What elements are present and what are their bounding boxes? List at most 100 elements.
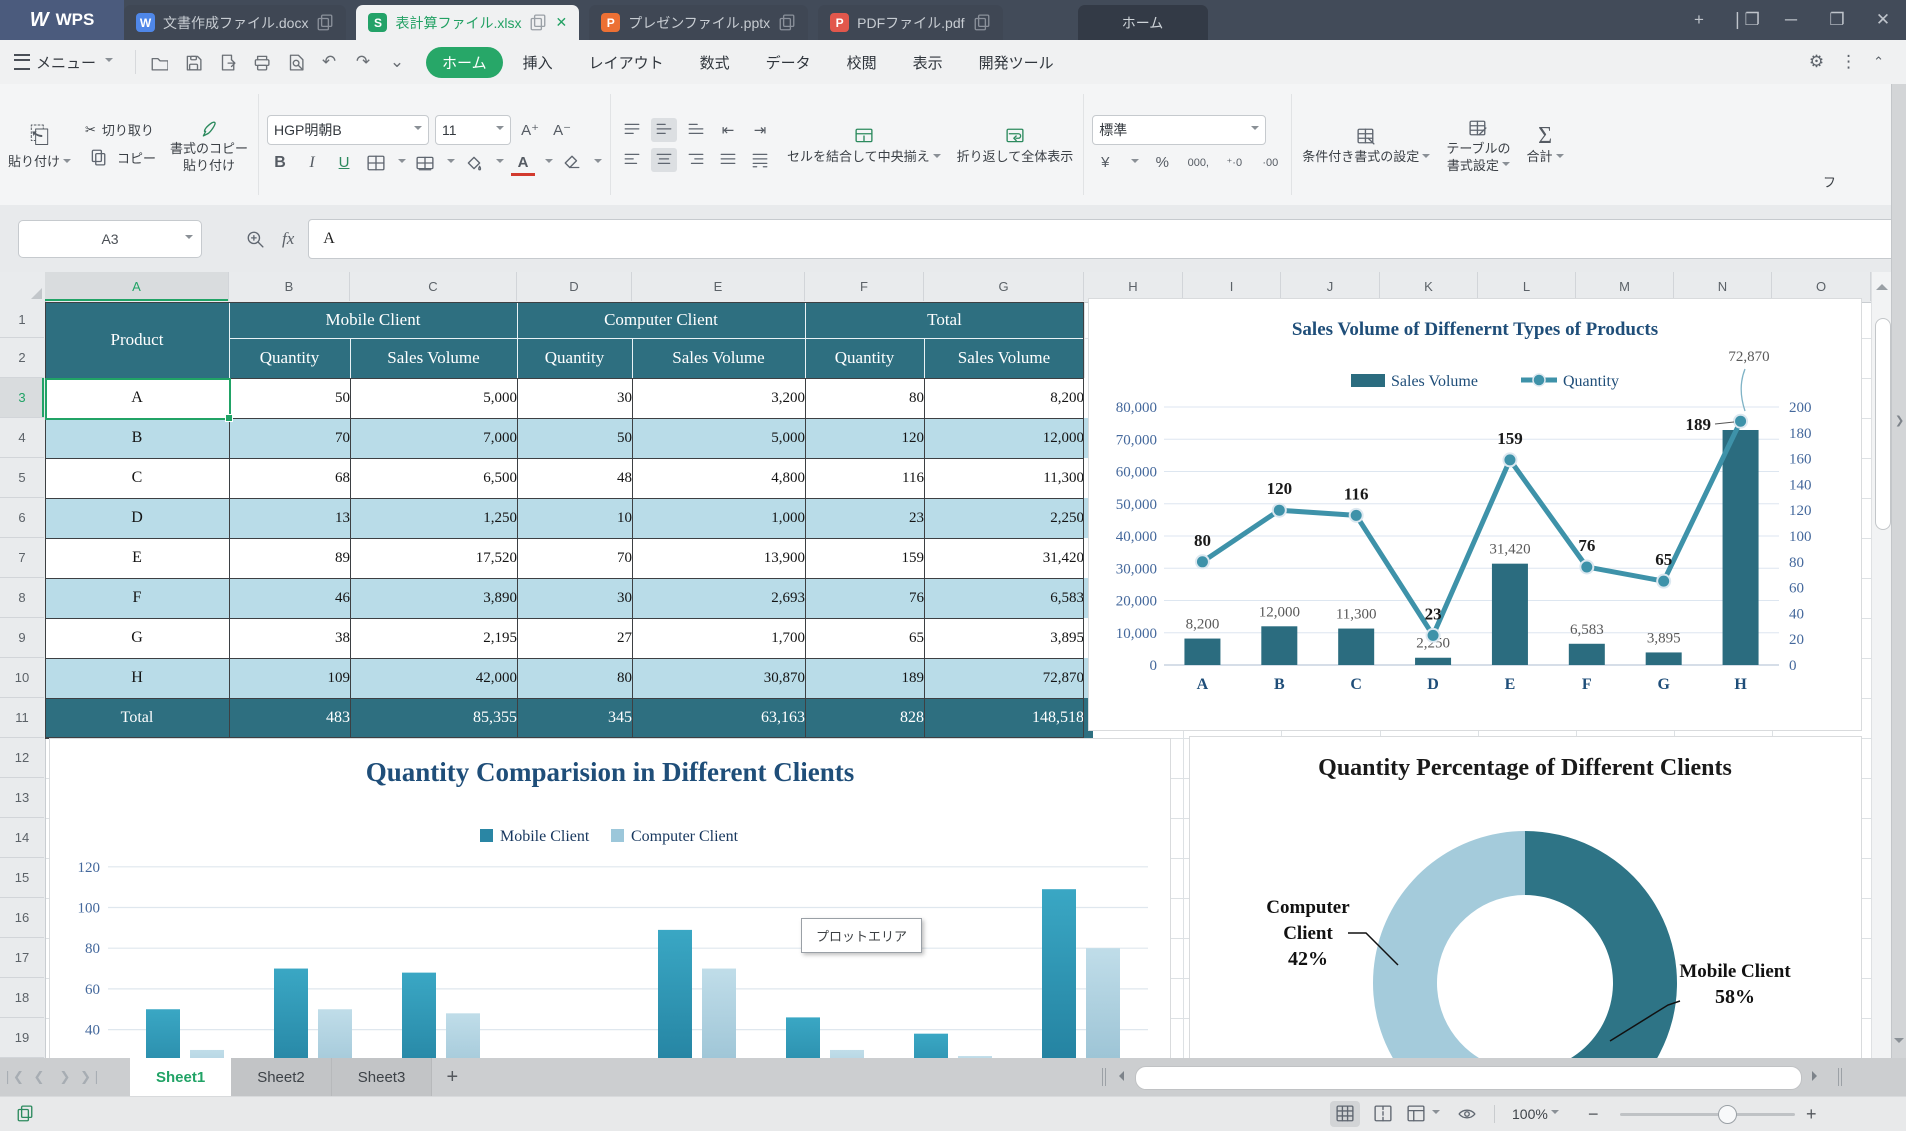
table-cell[interactable]: 42,000 xyxy=(350,658,526,698)
table-cell[interactable]: 17,520 xyxy=(350,538,526,578)
row-header-19[interactable]: 19 xyxy=(0,1018,44,1058)
table-cell[interactable]: 7,000 xyxy=(350,418,526,458)
open-file-icon[interactable] xyxy=(144,47,174,77)
column-header-G[interactable]: G xyxy=(924,272,1084,301)
distribute-icon[interactable] xyxy=(747,148,773,172)
table-subheader[interactable]: Sales Volume xyxy=(350,338,517,378)
table-cell[interactable]: 1,700 xyxy=(632,618,814,658)
print-preview-icon[interactable] xyxy=(280,47,310,77)
selection-fill-handle[interactable] xyxy=(225,414,233,422)
table-cell[interactable]: 8,200 xyxy=(924,378,1093,418)
comma-format-icon[interactable]: 000, xyxy=(1185,151,1211,175)
table-row-product[interactable]: G xyxy=(45,618,229,658)
horizontal-scroll-thumb[interactable] xyxy=(1135,1066,1802,1090)
share-screen-icon[interactable] xyxy=(778,14,796,32)
share-screen-icon[interactable] xyxy=(529,14,547,32)
print-icon[interactable] xyxy=(246,47,276,77)
sheet-tab-Sheet2[interactable]: Sheet2 xyxy=(231,1058,332,1096)
vertical-scroll-thumb[interactable] xyxy=(1875,318,1891,530)
product-sales-table[interactable]: ProductMobile ClientComputer ClientTotal… xyxy=(45,302,1084,738)
column-header-J[interactable]: J xyxy=(1281,272,1380,301)
copy-button[interactable]: コピー xyxy=(85,145,156,169)
align-left-icon[interactable] xyxy=(619,148,645,172)
vertical-scrollbar[interactable] xyxy=(1871,272,1892,1058)
name-box[interactable]: A3 xyxy=(18,220,202,258)
table-cell[interactable]: 4,800 xyxy=(632,458,814,498)
table-row-product[interactable]: F xyxy=(45,578,229,618)
font-size-combobox[interactable]: 11 xyxy=(435,115,511,145)
export-icon[interactable] xyxy=(212,47,242,77)
quick-access-dropdown-icon[interactable]: ⌄ xyxy=(382,47,412,77)
table-cell[interactable]: 70 xyxy=(229,418,359,458)
workbook-stats-icon[interactable] xyxy=(10,1101,40,1127)
scroll-up-arrow-icon[interactable] xyxy=(1876,278,1888,290)
page-break-view-button[interactable] xyxy=(1368,1101,1398,1127)
table-header-group[interactable]: Total xyxy=(805,302,1084,338)
table-cell[interactable]: 46 xyxy=(229,578,359,618)
number-format-combobox[interactable]: 標準 xyxy=(1092,115,1266,145)
table-cell[interactable]: 65 xyxy=(805,618,933,658)
collapse-ribbon-icon[interactable]: ⌃ xyxy=(1873,54,1884,70)
table-cell[interactable]: 13 xyxy=(229,498,359,538)
ribbon-tab-データ[interactable]: データ xyxy=(750,47,827,78)
chart-quantity-comparison[interactable]: Quantity Comparision in Different Client… xyxy=(49,738,1171,1058)
share-screen-icon[interactable] xyxy=(316,14,334,32)
scroll-left-arrow-icon[interactable] xyxy=(1114,1071,1124,1081)
zoom-level-button[interactable]: 100% xyxy=(1512,1101,1559,1127)
minimize-button[interactable]: ─ xyxy=(1768,0,1814,40)
decrease-font-size-button[interactable]: A⁻ xyxy=(549,118,575,142)
table-cell[interactable]: 31,420 xyxy=(924,538,1093,578)
table-cell[interactable]: 109 xyxy=(229,658,359,698)
format-painter-button[interactable]: 書式のコピー 貼り付け xyxy=(162,84,256,205)
table-subheader[interactable]: Sales Volume xyxy=(632,338,805,378)
table-cell[interactable]: 50 xyxy=(229,378,359,418)
expand-panel-chevron-icon[interactable]: ❯ xyxy=(1895,414,1904,427)
document-tab-docx[interactable]: W文書作成ファイル.docx xyxy=(124,5,346,40)
reading-mode-button[interactable] xyxy=(1452,1101,1482,1127)
increase-font-size-button[interactable]: A⁺ xyxy=(517,118,543,142)
font-color-button[interactable]: A xyxy=(510,151,536,175)
row-header-6[interactable]: 6 xyxy=(0,498,44,538)
ribbon-tab-開発ツール[interactable]: 開発ツール xyxy=(963,47,1070,78)
table-cell[interactable]: 189 xyxy=(805,658,933,698)
zoom-slider-thumb[interactable] xyxy=(1718,1105,1737,1124)
ribbon-tab-ホーム[interactable]: ホーム xyxy=(426,47,503,78)
maximize-button[interactable]: ❐ xyxy=(1814,0,1860,40)
table-cell[interactable]: 6,500 xyxy=(350,458,526,498)
table-cell[interactable]: 30 xyxy=(517,378,641,418)
ribbon-tab-校閲[interactable]: 校閲 xyxy=(831,47,893,78)
splitter-handle[interactable] xyxy=(1838,1068,1842,1086)
scroll-right-arrow-icon[interactable] xyxy=(1812,1071,1822,1081)
table-row-product[interactable]: D xyxy=(45,498,229,538)
borders-icon[interactable] xyxy=(363,151,389,175)
wps-logo[interactable]: W WPS xyxy=(0,0,124,40)
font-name-combobox[interactable]: HGP明朝B xyxy=(267,115,429,145)
table-cell[interactable]: 10 xyxy=(517,498,641,538)
table-cell[interactable]: 23 xyxy=(805,498,933,538)
percent-format-icon[interactable]: % xyxy=(1149,151,1175,175)
row-header-16[interactable]: 16 xyxy=(0,898,44,938)
decrease-decimal-icon[interactable]: ·00 xyxy=(1257,151,1283,175)
table-cell[interactable]: 6,583 xyxy=(924,578,1093,618)
table-total-cell[interactable]: 148,518 xyxy=(924,698,1093,738)
fill-color-icon[interactable] xyxy=(412,151,438,175)
column-header-K[interactable]: K xyxy=(1380,272,1478,301)
table-cell[interactable]: 38 xyxy=(229,618,359,658)
paste-button[interactable]: ⎗ 貼り付け xyxy=(0,84,79,205)
table-cell[interactable]: 76 xyxy=(805,578,933,618)
row-header-4[interactable]: 4 xyxy=(0,418,44,458)
ribbon-tab-挿入[interactable]: 挿入 xyxy=(507,47,569,78)
table-row-product[interactable]: H xyxy=(45,658,229,698)
column-header-C[interactable]: C xyxy=(350,272,517,301)
normal-view-button[interactable] xyxy=(1330,1101,1360,1127)
table-cell[interactable]: 1,250 xyxy=(350,498,526,538)
zoom-out-button[interactable]: − xyxy=(1588,1101,1599,1127)
increase-decimal-icon[interactable]: ⁺·0 xyxy=(1221,151,1247,175)
table-cell[interactable]: 89 xyxy=(229,538,359,578)
underline-button[interactable]: U xyxy=(331,151,357,175)
table-cell[interactable]: 1,000 xyxy=(632,498,814,538)
column-header-N[interactable]: N xyxy=(1674,272,1772,301)
table-cell[interactable]: 3,200 xyxy=(632,378,814,418)
currency-format-icon[interactable]: ¥ xyxy=(1092,151,1118,175)
align-middle-icon[interactable] xyxy=(651,118,677,142)
